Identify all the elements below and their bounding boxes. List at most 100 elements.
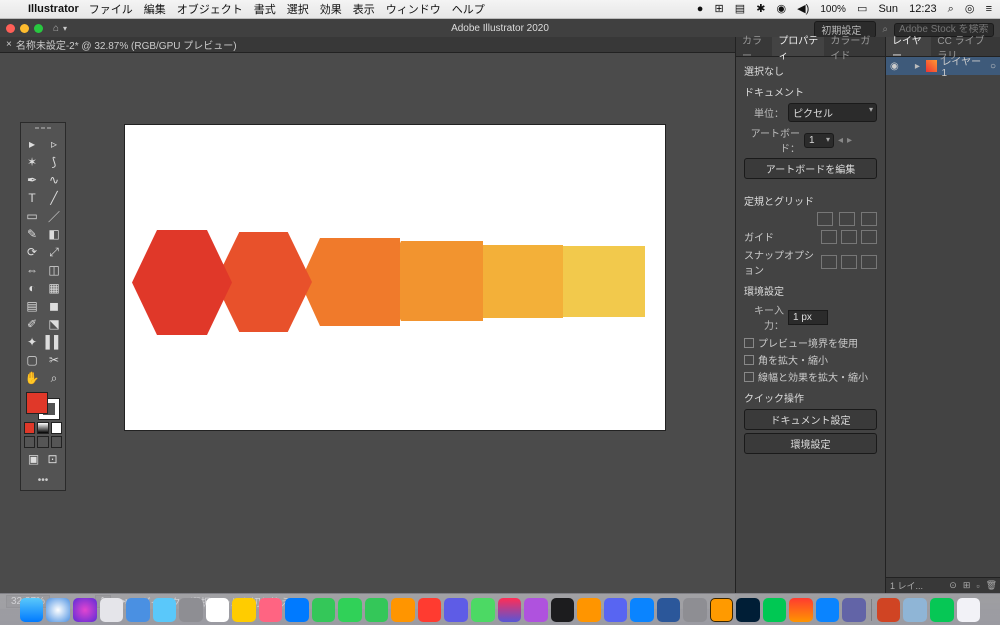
eraser-tool[interactable]: ◧ bbox=[43, 225, 65, 243]
dock-line2[interactable] bbox=[930, 598, 954, 622]
magic-wand-tool[interactable]: ✶ bbox=[21, 153, 43, 171]
menu-window[interactable]: ウィンドウ bbox=[386, 1, 441, 17]
guide-lock-icon[interactable] bbox=[841, 230, 857, 244]
visibility-icon[interactable]: ◉ bbox=[890, 61, 900, 72]
screen-mode-icon[interactable]: ▣ bbox=[24, 450, 43, 468]
new-sublayer-icon[interactable]: ⊞ bbox=[963, 580, 971, 591]
blend-tool[interactable]: ⬔ bbox=[43, 315, 65, 333]
dock-teams[interactable] bbox=[842, 598, 866, 622]
dock-safari[interactable] bbox=[46, 598, 70, 622]
guide-show-icon[interactable] bbox=[821, 230, 837, 244]
draw-inside-icon[interactable] bbox=[51, 436, 62, 448]
dock-siri[interactable] bbox=[73, 598, 97, 622]
curvature-tool[interactable]: ∿ bbox=[43, 171, 65, 189]
lasso-tool[interactable]: ⟆ bbox=[43, 153, 65, 171]
dock-appstore[interactable] bbox=[285, 598, 309, 622]
pen-tool[interactable]: ✒ bbox=[21, 171, 43, 189]
grid-icon[interactable] bbox=[839, 212, 855, 226]
artboard-select[interactable]: 1 bbox=[804, 133, 834, 148]
shape-builder-tool[interactable]: ◐ bbox=[21, 279, 43, 297]
zoom-window-icon[interactable] bbox=[34, 24, 43, 33]
menu-select[interactable]: 選択 bbox=[287, 1, 309, 17]
dock-notes[interactable] bbox=[232, 598, 256, 622]
dock-calendar[interactable] bbox=[206, 598, 230, 622]
battery-text[interactable]: 100% bbox=[820, 4, 846, 15]
dock-pdf[interactable] bbox=[418, 598, 442, 622]
close-tab-icon[interactable]: × bbox=[6, 39, 12, 50]
target-icon[interactable]: ○ bbox=[990, 61, 996, 72]
chevron-right-icon[interactable]: ▸ bbox=[915, 61, 922, 72]
dock-messages-app[interactable] bbox=[153, 598, 177, 622]
fill-stroke-swatch[interactable] bbox=[26, 392, 60, 420]
mesh-tool[interactable]: ▤ bbox=[21, 297, 43, 315]
transparency-grid-icon[interactable] bbox=[861, 212, 877, 226]
dock-folder[interactable] bbox=[903, 598, 927, 622]
artboard-tool[interactable]: ▢ bbox=[21, 351, 43, 369]
snap-point-icon[interactable] bbox=[821, 255, 837, 269]
delete-layer-icon[interactable]: 🗑 bbox=[986, 580, 997, 591]
siri-icon[interactable]: ◎ bbox=[965, 3, 975, 15]
tab-layers[interactable]: レイヤー bbox=[886, 37, 931, 56]
snap-pixel-icon[interactable] bbox=[861, 255, 877, 269]
edit-toolbar-icon[interactable]: ••• bbox=[21, 471, 65, 490]
menu-effect[interactable]: 効果 bbox=[320, 1, 342, 17]
menu-edit[interactable]: 編集 bbox=[144, 1, 166, 17]
dock-cc[interactable] bbox=[789, 598, 813, 622]
rotate-tool[interactable]: ⟳ bbox=[21, 243, 43, 261]
prev-artboard-icon[interactable]: ◂ bbox=[838, 135, 843, 146]
wifi-icon[interactable]: ◉ bbox=[776, 3, 786, 15]
dock-music[interactable] bbox=[259, 598, 283, 622]
dock-sys[interactable] bbox=[683, 598, 707, 622]
input-icon[interactable]: ▤ bbox=[735, 3, 745, 15]
dock-word[interactable] bbox=[657, 598, 681, 622]
menu-help[interactable]: ヘルプ bbox=[452, 1, 485, 17]
new-layer-icon[interactable]: ▫ bbox=[976, 581, 979, 591]
ruler-icon[interactable] bbox=[817, 212, 833, 226]
brush-tool[interactable]: ／ bbox=[43, 207, 65, 225]
graph-tool[interactable]: ▌▌ bbox=[43, 333, 65, 351]
checkbox-scale-corners[interactable] bbox=[744, 355, 754, 365]
dock-grammarly[interactable] bbox=[763, 598, 787, 622]
next-artboard-icon[interactable]: ▸ bbox=[847, 135, 852, 146]
dock-zoom[interactable] bbox=[816, 598, 840, 622]
draw-behind-icon[interactable] bbox=[37, 436, 48, 448]
dock-photoshop[interactable] bbox=[736, 598, 760, 622]
shape-1[interactable] bbox=[132, 230, 232, 335]
home-icon[interactable]: ⌂ bbox=[53, 23, 59, 34]
shaper-tool[interactable]: ✎ bbox=[21, 225, 43, 243]
hand-tool[interactable]: ✋ bbox=[21, 369, 43, 387]
width-tool[interactable]: ⇔ bbox=[21, 261, 43, 279]
dock-excel[interactable] bbox=[365, 598, 389, 622]
menu-type[interactable]: 書式 bbox=[254, 1, 276, 17]
checkbox-scale-strokes[interactable] bbox=[744, 372, 754, 382]
selection-tool[interactable]: ▸ bbox=[21, 135, 43, 153]
dock-tv[interactable] bbox=[551, 598, 575, 622]
volume-icon[interactable]: ◀) bbox=[797, 3, 809, 15]
dock-line[interactable] bbox=[471, 598, 495, 622]
dock-mail[interactable] bbox=[126, 598, 150, 622]
perspective-tool[interactable]: ▦ bbox=[43, 279, 65, 297]
line-icon[interactable]: ● bbox=[697, 3, 704, 15]
menu-file[interactable]: ファイル bbox=[89, 1, 133, 17]
bluetooth-icon[interactable]: ✱ bbox=[756, 3, 765, 15]
dock-numbers[interactable] bbox=[444, 598, 468, 622]
key-input[interactable] bbox=[788, 310, 828, 325]
app-name[interactable]: Illustrator bbox=[28, 3, 79, 15]
zoom-tool[interactable]: ⌕ bbox=[43, 369, 65, 387]
document-tab[interactable]: 名称未設定-2* @ 32.87% (RGB/GPU プレビュー) bbox=[16, 37, 237, 52]
shape-3[interactable] bbox=[300, 238, 400, 326]
panel-grip[interactable] bbox=[21, 127, 65, 133]
dock-podcasts[interactable] bbox=[524, 598, 548, 622]
menu-view[interactable]: 表示 bbox=[353, 1, 375, 17]
dock-illustrator[interactable] bbox=[710, 598, 734, 622]
dock-itunes[interactable] bbox=[498, 598, 522, 622]
free-transform-tool[interactable]: ◫ bbox=[43, 261, 65, 279]
chevron-down-icon[interactable]: ▾ bbox=[63, 24, 67, 33]
gradient-tool[interactable]: ◼ bbox=[43, 297, 65, 315]
symbol-spray-tool[interactable]: ✦ bbox=[21, 333, 43, 351]
battery-icon[interactable]: ▭ bbox=[857, 3, 867, 15]
line-tool[interactable]: ╱ bbox=[43, 189, 65, 207]
dock-facetime[interactable] bbox=[312, 598, 336, 622]
tab-properties[interactable]: プロパティ bbox=[772, 37, 824, 56]
dock-powerpoint[interactable] bbox=[877, 598, 901, 622]
